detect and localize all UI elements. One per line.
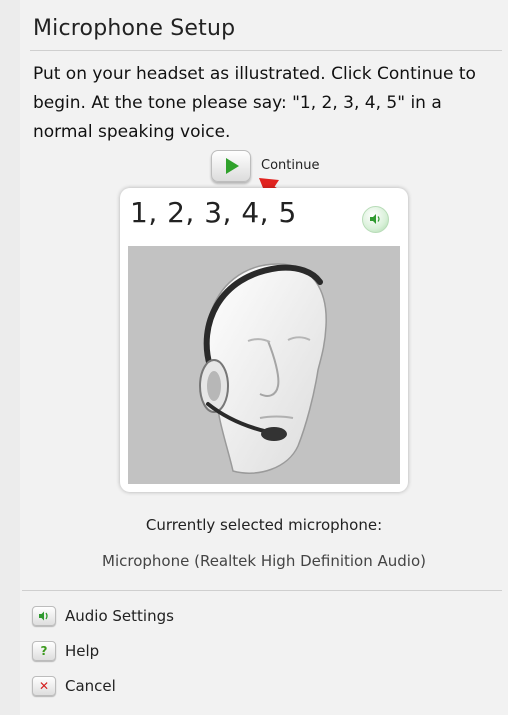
illustration-card: 1, 2, 3, 4, 5 (120, 188, 408, 492)
help-label[interactable]: Help (65, 641, 99, 661)
phrase-text: 1, 2, 3, 4, 5 (130, 196, 297, 229)
bottom-divider (22, 590, 502, 591)
question-icon[interactable]: ? (32, 641, 56, 661)
headset-illustration (128, 246, 400, 484)
continue-button[interactable] (211, 150, 251, 182)
head-with-headset-icon (199, 263, 327, 474)
title-divider (30, 50, 502, 51)
audio-settings-label[interactable]: Audio Settings (65, 606, 174, 626)
x-icon[interactable]: ✕ (32, 676, 56, 696)
speaker-icon[interactable] (362, 206, 389, 233)
selected-mic-label: Currently selected microphone: (145, 516, 383, 534)
dialog-title: Microphone Setup (33, 16, 236, 41)
play-icon (226, 158, 239, 174)
cancel-label[interactable]: Cancel (65, 676, 116, 696)
instructions-text: Put on your headset as illustrated. Clic… (33, 64, 476, 142)
speaker-icon[interactable] (32, 606, 56, 626)
selected-mic-name: Microphone (Realtek High Definition Audi… (102, 552, 426, 570)
